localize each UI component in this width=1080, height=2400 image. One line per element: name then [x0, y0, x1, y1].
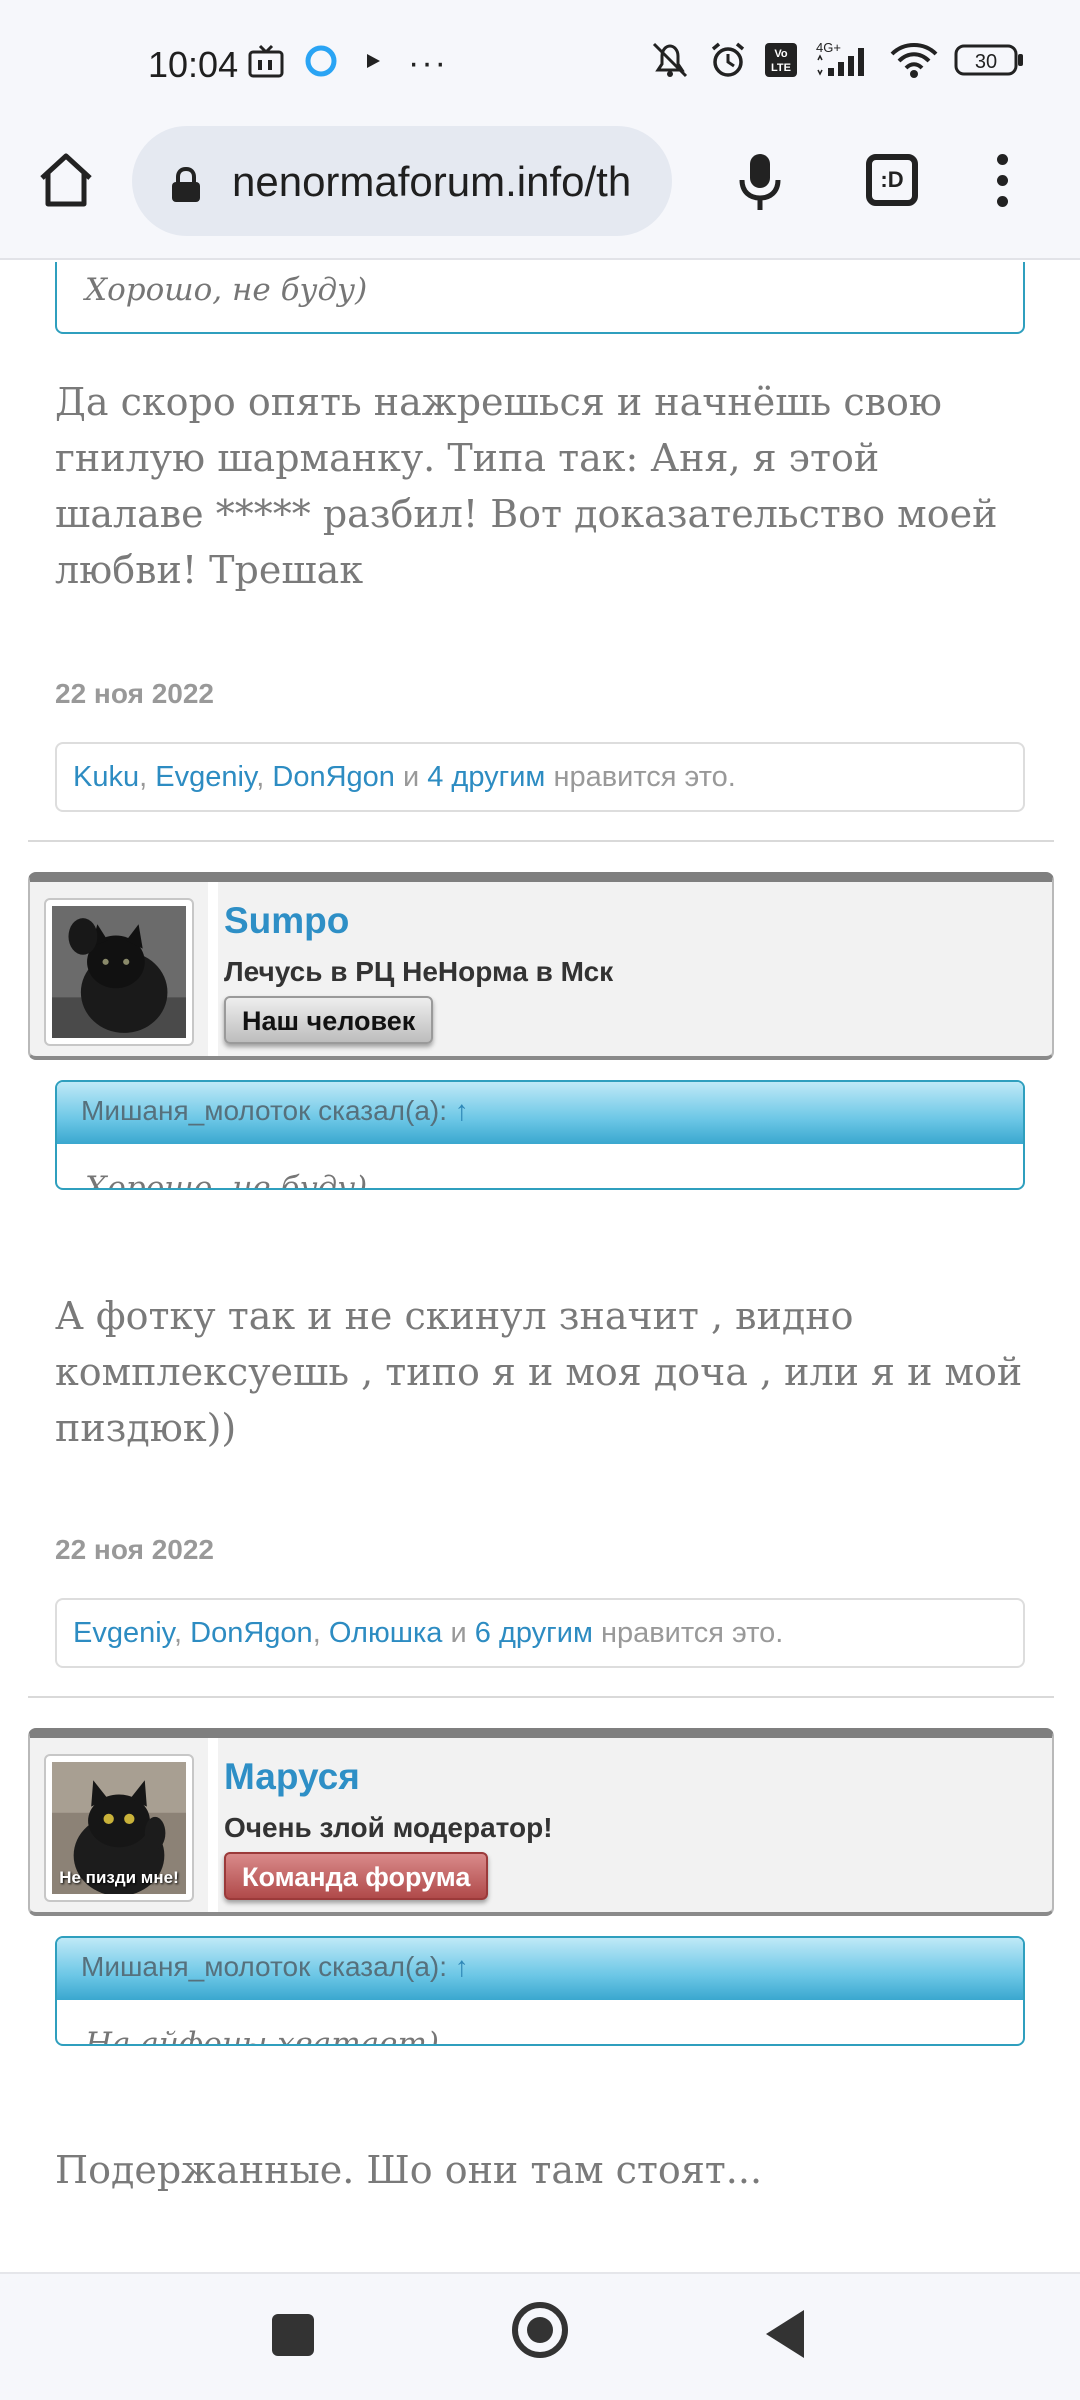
avatar[interactable] — [44, 898, 194, 1046]
post-date[interactable]: 22 ноя 2022 — [55, 678, 214, 710]
alice-icon — [304, 44, 338, 83]
volte-icon: Vo LTE — [764, 42, 798, 83]
system-nav-bar — [0, 2272, 1080, 2400]
address-bar[interactable]: nenormaforum.info/th — [132, 126, 672, 236]
like-user-link[interactable]: DonЯgon — [272, 761, 395, 793]
quote-header: Мишаня_молоток сказал(а): ↑ — [57, 1082, 1023, 1144]
likes-suffix: нравится это. — [600, 1617, 784, 1649]
quote-text: Хорошо, не буду) — [85, 272, 368, 308]
notification-icons: ··· — [248, 44, 448, 83]
avatar-image — [52, 906, 186, 1038]
more-notifications-icon: ··· — [408, 44, 448, 82]
system-icons: Vo LTE 4G+ 30 — [648, 40, 1024, 85]
like-user-link[interactable]: Evgeniy — [73, 1617, 174, 1649]
like-user-link[interactable]: DonЯgon — [190, 1617, 313, 1649]
home-icon — [40, 153, 92, 207]
quote-block: Мишаня_молоток сказал(а): ↑ На айфоны хв… — [55, 1936, 1025, 2046]
quote-header: Мишаня_молоток сказал(а): ↑ — [57, 1938, 1023, 2000]
quote-author[interactable]: Мишаня_молоток сказал(а): — [81, 1095, 447, 1126]
avatar-image: Не пизди мне! — [52, 1762, 186, 1894]
likes-suffix: нравится это. — [553, 761, 736, 793]
post-divider — [28, 1696, 1054, 1698]
mute-icon — [648, 40, 692, 85]
signal-icon: 4G+ — [814, 40, 874, 85]
status-bar: 10:04 ··· Vo LTE 4G+ 30 — [0, 0, 1080, 118]
quote-text: Хорошо, не буду) — [85, 1170, 368, 1190]
svg-text:4G+: 4G+ — [816, 40, 841, 55]
post-message: Да скоро опять нажрешься и начнёшь свою … — [55, 380, 998, 592]
avatar-caption: Не пизди мне! — [59, 1868, 179, 1887]
recent-apps-icon[interactable] — [272, 2314, 314, 2356]
likes-summary: Evgeniy, DonЯgon, Олюшка и 6 другим нрав… — [55, 1598, 1025, 1668]
user-banner: Наш человек — [224, 996, 434, 1044]
browser-toolbar: nenormaforum.info/th :D — [0, 118, 1080, 260]
quote-block: Мишаня_молоток сказал(а): ↑ Хорошо, не б… — [55, 1080, 1025, 1190]
tv-icon — [248, 44, 284, 83]
panel-separator — [208, 1738, 218, 1912]
likes-others-link[interactable]: 6 другим — [475, 1617, 593, 1649]
wifi-icon — [890, 40, 938, 85]
tab-switcher-button[interactable]: :D — [866, 154, 918, 206]
post-divider — [28, 840, 1054, 842]
voice-search-button[interactable] — [736, 152, 784, 219]
battery-icon: 30 — [954, 42, 1024, 83]
quote-author[interactable]: Мишаня_молоток сказал(а): — [81, 1951, 447, 1982]
thread-content: Хорошо, не буду) Да скоро опять нажрешьс… — [0, 262, 1080, 2272]
author-name[interactable]: Маруся — [224, 1756, 360, 1798]
like-user-link[interactable]: Олюшка — [329, 1617, 443, 1649]
clock: 10:04 — [148, 44, 239, 85]
quote-block: Хорошо, не буду) — [55, 262, 1025, 334]
like-user-link[interactable]: Evgeniy — [155, 761, 256, 793]
alarm-icon — [708, 40, 748, 85]
svg-text:Vo: Vo — [774, 48, 788, 60]
author-title: Очень злой модератор! — [224, 1812, 553, 1843]
avatar[interactable]: Не пизди мне! — [44, 1754, 194, 1902]
panel-separator — [208, 882, 218, 1056]
author-name[interactable]: Sumpo — [224, 900, 349, 942]
user-banner: Команда форума — [224, 1852, 489, 1900]
home-button[interactable] — [36, 150, 96, 210]
svg-text:LTE: LTE — [771, 62, 791, 74]
jump-to-quote-icon[interactable]: ↑ — [455, 1951, 469, 1982]
post-date[interactable]: 22 ноя 2022 — [55, 1534, 214, 1566]
post-message: Подержанные. Шо они там стоят... — [55, 2148, 763, 2192]
lock-icon[interactable] — [170, 166, 202, 209]
more-vert-icon[interactable] — [994, 154, 1010, 217]
svg-text:30: 30 — [975, 51, 997, 73]
likes-and: и — [450, 1617, 467, 1649]
back-icon[interactable] — [766, 2310, 804, 2358]
likes-and: и — [402, 761, 420, 793]
author-title: Лечусь в РЦ НеНорма в Мск — [224, 956, 614, 987]
home-nav-icon[interactable] — [512, 2302, 568, 2358]
url-text[interactable]: nenormaforum.info/th — [232, 158, 631, 206]
author-panel: Не пизди мне! Маруся Очень злой модерато… — [28, 1728, 1054, 1916]
likes-others-link[interactable]: 4 другим — [427, 761, 545, 793]
quote-text: На айфоны хватает) — [85, 2026, 439, 2046]
post-message: А фотку так и не скинул значит , видно к… — [55, 1294, 1023, 1450]
play-icon — [358, 46, 388, 81]
mic-icon — [739, 154, 781, 210]
like-user-link[interactable]: Kuku — [73, 761, 139, 793]
author-panel: Sumpo Лечусь в РЦ НеНорма в Мск Наш чело… — [28, 872, 1054, 1060]
jump-to-quote-icon[interactable]: ↑ — [455, 1095, 469, 1126]
likes-summary: Kuku, Evgeniy, DonЯgon и 4 другим нравит… — [55, 742, 1025, 812]
